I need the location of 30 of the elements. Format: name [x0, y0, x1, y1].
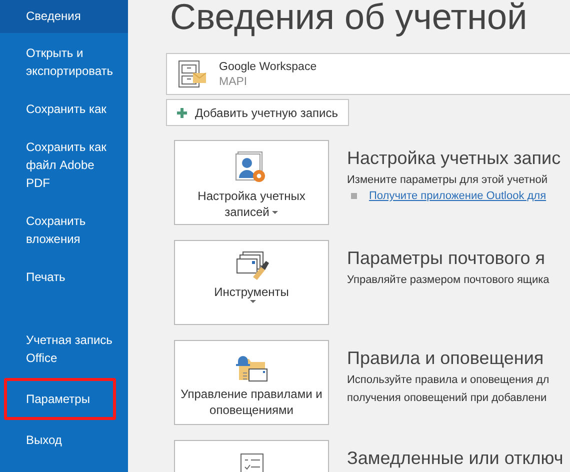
section-heading: Замедленные или отключ — [347, 447, 564, 470]
add-account-button[interactable]: Добавить учетную запись — [166, 99, 349, 126]
section-heading: Правила и оповещения — [347, 347, 545, 370]
section-heading: Настройка учетных запис — [347, 147, 561, 170]
section-description: Управляйте размером почтового ящика — [347, 273, 550, 288]
plus-icon — [177, 108, 187, 118]
account-type: MAPI — [219, 76, 248, 88]
section-button[interactable]: Настройка учетных записей — [174, 140, 329, 225]
section-description: получения оповещений при добавлени — [347, 391, 548, 406]
account-name: Google Workspace — [219, 60, 317, 72]
sidebar-item[interactable]: Сохранить как файл Adobe PDF — [0, 129, 128, 201]
sidebar-item[interactable]: Сохранить вложения — [0, 203, 128, 257]
account-panel[interactable]: Google Workspace MAPI — [166, 53, 570, 95]
section-button[interactable]: Управление правилами и оповещениями — [174, 340, 329, 425]
sidebar-item[interactable]: Учетная запись Office — [0, 322, 128, 376]
section-button[interactable]: Инструменты — [174, 240, 329, 325]
sidebar-item[interactable]: Печать — [0, 259, 128, 295]
sidebar-item[interactable]: Сведения — [0, 0, 128, 33]
sidebar-item[interactable]: Параметры — [4, 378, 116, 420]
page-title: Сведения об учетной — [170, 0, 528, 39]
sidebar-item[interactable]: Выход — [0, 422, 128, 458]
section-heading: Параметры почтового я — [347, 247, 546, 270]
section-description: Измените параметры для этой учетной — [347, 173, 548, 188]
section-description: Используйте правила и оповещения дл — [347, 373, 550, 388]
sidebar-item[interactable]: Открыть и экспортировать — [0, 35, 128, 89]
bullet-icon — [351, 193, 357, 199]
cabinet-envelope-icon — [177, 59, 207, 89]
outlook-app-link[interactable]: Получите приложение Outlook для — [369, 190, 546, 202]
envelopes-brush-icon — [234, 251, 268, 281]
sidebar-item[interactable]: Сохранить как — [0, 91, 128, 127]
